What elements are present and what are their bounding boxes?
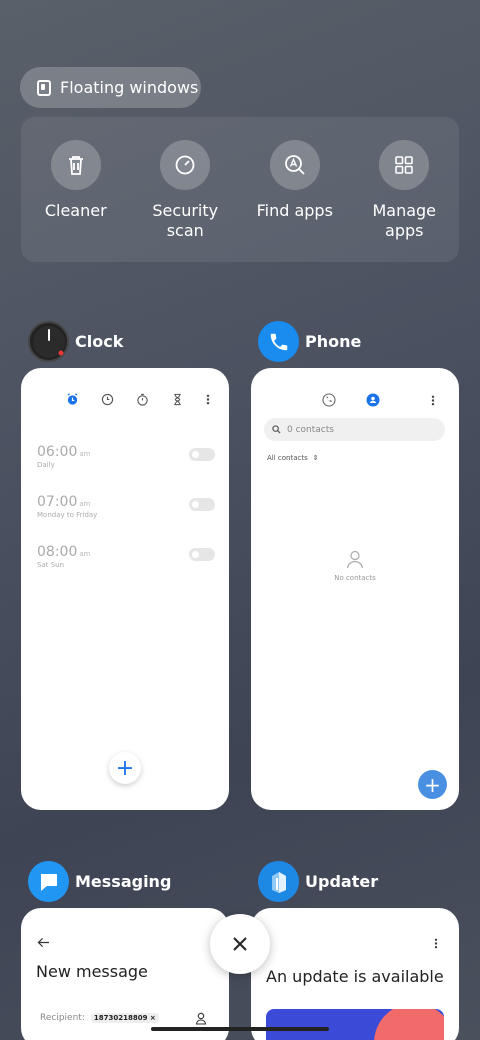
contacts-filter-label: All contacts xyxy=(267,454,308,462)
security-scan-button[interactable]: Security scan xyxy=(135,140,235,262)
clock-app-icon xyxy=(28,321,69,362)
recipient-chip[interactable]: 18730218809 × xyxy=(90,1013,159,1023)
alarm-time: 06:00 xyxy=(37,444,78,460)
alarm-item[interactable]: 06:00 am Daily xyxy=(37,444,215,469)
phone-app-name: Phone xyxy=(305,332,362,351)
search-icon xyxy=(272,425,281,434)
floating-windows-button[interactable]: Floating windows xyxy=(20,67,201,108)
window-icon xyxy=(37,79,51,96)
timer-icon[interactable] xyxy=(171,393,184,406)
alarm-time: 07:00 xyxy=(37,494,78,510)
contacts-tab-icon[interactable] xyxy=(366,393,380,407)
clock-app-card[interactable]: 06:00 am Daily 07:00 am Monday to Friday 0… xyxy=(21,368,229,810)
remove-chip-icon[interactable]: × xyxy=(150,1014,156,1022)
alarm-toggle[interactable] xyxy=(189,448,215,461)
recipient-label: Recipient: xyxy=(40,1013,85,1023)
person-icon xyxy=(346,550,364,569)
more-options-icon[interactable] xyxy=(206,393,210,406)
scan-icon xyxy=(160,140,211,190)
clock-tabbar xyxy=(66,393,210,406)
alarm-ampm: am xyxy=(79,450,91,458)
find-apps-label: Find apps xyxy=(256,201,333,220)
alarm-toggle[interactable] xyxy=(189,498,215,511)
alarm-toggle[interactable] xyxy=(189,548,215,561)
updater-app-icon xyxy=(258,861,299,902)
alarm-item[interactable]: 08:00 am Sat Sun xyxy=(37,544,215,569)
world-clock-icon[interactable] xyxy=(101,393,114,406)
updater-app-header: Updater xyxy=(258,861,378,902)
recipient-field[interactable]: Recipient: 18730218809 × xyxy=(40,1013,159,1023)
close-icon xyxy=(233,937,247,951)
trash-icon xyxy=(50,140,101,190)
call-log-icon[interactable] xyxy=(322,393,336,407)
recipient-chip-value: 18730218809 xyxy=(93,1014,148,1022)
sort-arrows-icon: ⇕ xyxy=(312,454,319,462)
find-apps-icon xyxy=(269,140,320,190)
phone-app-card[interactable]: 0 contacts All contacts ⇕ No contacts + xyxy=(251,368,459,810)
manage-apps-button[interactable]: Manage apps xyxy=(354,140,454,262)
add-contact-button[interactable]: + xyxy=(418,770,447,799)
add-alarm-button[interactable]: + xyxy=(109,752,141,784)
alarm-icon[interactable] xyxy=(66,393,79,406)
close-all-button[interactable] xyxy=(210,914,270,974)
empty-contacts-state: No contacts xyxy=(251,549,459,582)
updater-app-name: Updater xyxy=(305,872,379,891)
quick-tools-panel: Cleaner Security scan Find apps Manage a… xyxy=(21,117,459,262)
new-message-title: New message xyxy=(36,962,148,981)
update-banner-image xyxy=(266,1009,444,1040)
floating-windows-label: Floating windows xyxy=(60,78,199,97)
stopwatch-icon[interactable] xyxy=(136,393,149,406)
cleaner-button[interactable]: Cleaner xyxy=(26,140,126,262)
more-options-icon[interactable] xyxy=(431,394,435,407)
messaging-app-name: Messaging xyxy=(75,872,172,891)
search-placeholder: 0 contacts xyxy=(287,424,334,435)
home-indicator[interactable] xyxy=(151,1027,329,1031)
alarm-repeat: Monday to Friday xyxy=(37,511,98,519)
phone-app-header: Phone xyxy=(258,321,361,362)
clock-app-header: Clock xyxy=(28,321,123,362)
plus-icon: + xyxy=(115,755,135,781)
phone-tabbar xyxy=(322,393,435,407)
find-apps-button[interactable]: Find apps xyxy=(245,140,345,262)
messaging-app-header: Messaging xyxy=(28,861,171,902)
security-scan-label: Security scan xyxy=(152,201,219,240)
plus-icon: + xyxy=(424,772,441,797)
grid-icon xyxy=(379,140,430,190)
contacts-filter-dropdown[interactable]: All contacts ⇕ xyxy=(267,454,319,462)
updater-app-card[interactable]: An update is available xyxy=(251,908,459,1040)
phone-app-icon xyxy=(258,321,299,362)
messaging-app-card[interactable]: New message Recipient: 18730218809 × xyxy=(21,908,229,1040)
alarm-ampm: am xyxy=(79,550,91,558)
cleaner-label: Cleaner xyxy=(44,201,107,220)
no-contacts-text: No contacts xyxy=(334,574,376,582)
update-available-title: An update is available xyxy=(266,967,444,986)
clock-app-name: Clock xyxy=(75,332,124,351)
messaging-app-icon xyxy=(28,861,69,902)
alarm-item[interactable]: 07:00 am Monday to Friday xyxy=(37,494,215,519)
alarm-repeat: Daily xyxy=(37,461,55,469)
alarm-ampm: am xyxy=(79,500,91,508)
contacts-search-input[interactable]: 0 contacts xyxy=(264,418,445,441)
manage-apps-label: Manage apps xyxy=(372,201,437,240)
back-arrow-icon[interactable] xyxy=(37,937,50,948)
more-options-icon[interactable] xyxy=(434,937,438,950)
alarm-time: 08:00 xyxy=(37,544,78,560)
alarm-repeat: Sat Sun xyxy=(37,561,65,569)
add-contact-icon[interactable] xyxy=(195,1012,207,1025)
